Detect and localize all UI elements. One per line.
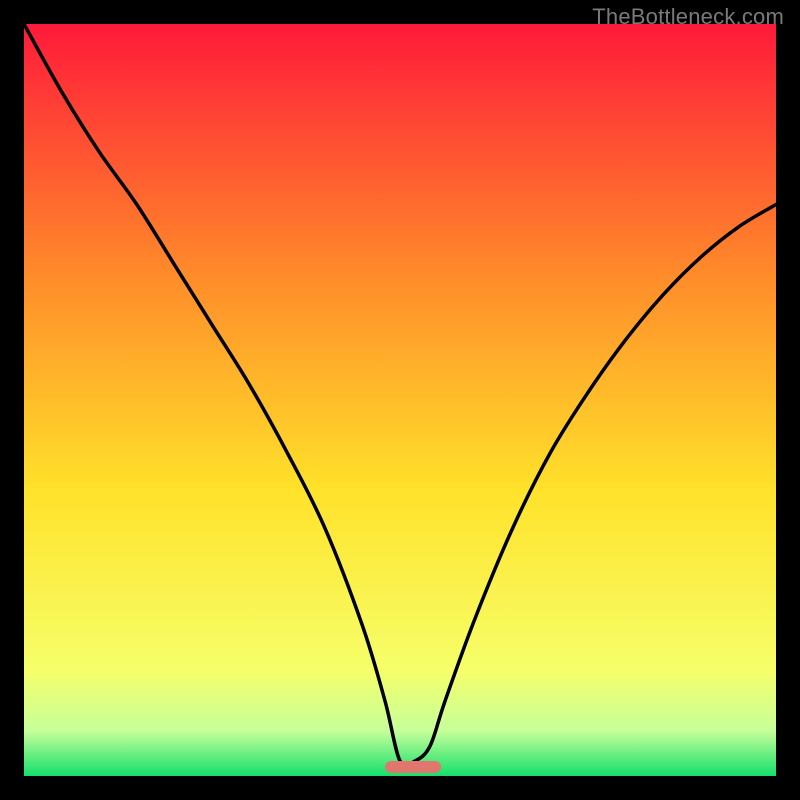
- optimal-range-marker: [385, 761, 441, 773]
- watermark-text: TheBottleneck.com: [592, 4, 784, 30]
- plot-area: [24, 24, 776, 776]
- bottleneck-curve: [24, 24, 776, 766]
- curve-layer: [24, 24, 776, 776]
- chart-frame: TheBottleneck.com: [0, 0, 800, 800]
